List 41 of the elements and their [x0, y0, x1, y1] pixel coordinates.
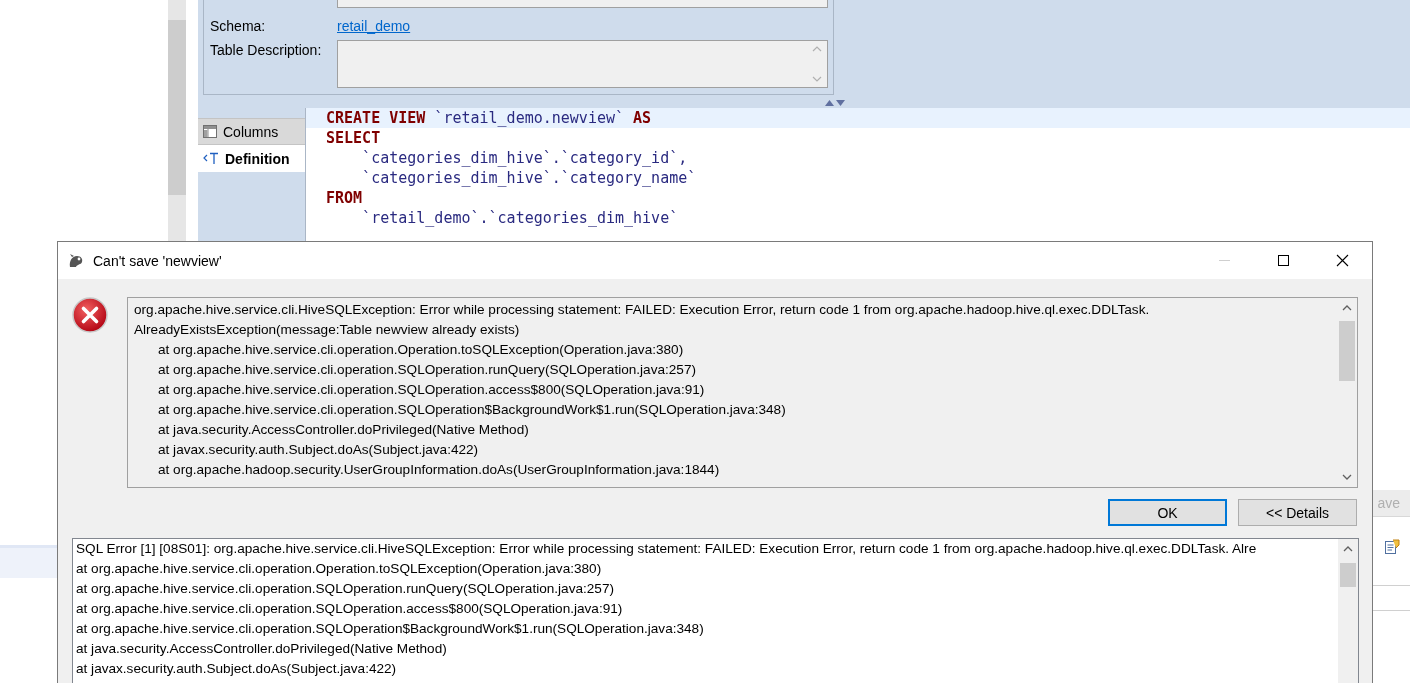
scroll-thumb[interactable] — [1340, 563, 1356, 587]
message-line: at java.security.AccessController.doPrivileged(Native Method) — [157, 421, 530, 439]
code-line: FROM — [325, 188, 364, 208]
details-line: at javax.security.auth.Subject.doAs(Subject.java:422) — [76, 660, 398, 678]
schema-link[interactable]: retail_demo — [337, 16, 411, 36]
scroll-thumb[interactable] — [168, 20, 186, 195]
message-line: at org.apache.hive.service.cli.operation.SQLOperation.access$800(SQLOperation.java:91) — [157, 381, 706, 399]
animal-icon — [67, 251, 85, 270]
field-label: Table Description: — [210, 41, 323, 60]
field-label: Schema: — [210, 17, 267, 36]
details-line: at org.apache.hive.service.cli.operation.SQLOperation.runQuery(SQLOperation.java:257) — [76, 580, 615, 598]
maximize-arrow-icon[interactable] — [825, 100, 834, 106]
message-line: at org.apache.hive.service.cli.operation.SQLOperation.runQuery(SQLOperation.java:257) — [157, 361, 697, 379]
tab[interactable]: Columns — [198, 118, 305, 145]
dialog-button[interactable]: << Details — [1238, 499, 1357, 526]
text-area[interactable] — [337, 40, 828, 88]
minimize-arrow-icon[interactable] — [836, 100, 845, 106]
message-line: AlreadyExistsException(message:Table newview already exists) — [134, 321, 521, 339]
code-icon — [203, 152, 219, 165]
input-field[interactable] — [337, 0, 828, 8]
code-line: `categories_dim_hive`.`category_id`, — [361, 148, 689, 168]
details-line: at org.apache.hive.service.cli.operation.Operation.toSQLException(Operation.java:380) — [76, 560, 603, 578]
details-line: at org.apache.hive.service.cli.operation.SQLOperation.access$800(SQLOperation.java:91) — [76, 600, 624, 618]
details-line: SQL Error [1] [08S01]: org.apache.hive.service.cli.HiveSQLException: Error while processing statement: FAILED: Execution Error, return code 1 from org.apache.hadoop.hive.ql.exec.DDLTask. Alre — [76, 540, 1258, 558]
message-line: at org.apache.hive.service.cli.operation.SQLOperation$BackgroundWork$1.run(SQLOperation.java:348) — [157, 401, 787, 419]
window-title: Can't save 'newview' — [93, 252, 222, 269]
message-line: org.apache.hive.service.cli.HiveSQLException: Error while processing statement: FAILED: Execution Error, return code 1 from org.apache.hadoop.hive.ql.exec.DDLTask. — [134, 301, 1151, 319]
message-line: at javax.security.auth.Subject.doAs(Subject.java:422) — [157, 441, 480, 459]
document-icon[interactable] — [1384, 539, 1400, 555]
scroll-thumb[interactable] — [1339, 321, 1355, 381]
dialog-button[interactable]: OK — [1108, 499, 1227, 526]
message-line: at org.apache.hive.service.cli.operation.Operation.toSQLException(Operation.java:380) — [157, 341, 685, 359]
code-line: `categories_dim_hive`.`category_name` — [361, 168, 698, 188]
message-line: at org.apache.hadoop.security.UserGroupInformation.doAs(UserGroupInformation.java:1844) — [157, 461, 721, 479]
error-icon — [72, 297, 108, 333]
details-line: at org.apache.hive.service.cli.operation.SQLOperation$BackgroundWork$1.run(SQLOperation.java:348) — [76, 620, 705, 638]
tab[interactable]: Definition — [198, 145, 305, 172]
code-line: SELECT — [325, 128, 382, 148]
code-line: `retail_demo`.`categories_dim_hive` — [361, 208, 680, 228]
details-line: at java.security.AccessController.doPrivileged(Native Method) — [76, 640, 448, 658]
table-icon — [203, 125, 217, 138]
